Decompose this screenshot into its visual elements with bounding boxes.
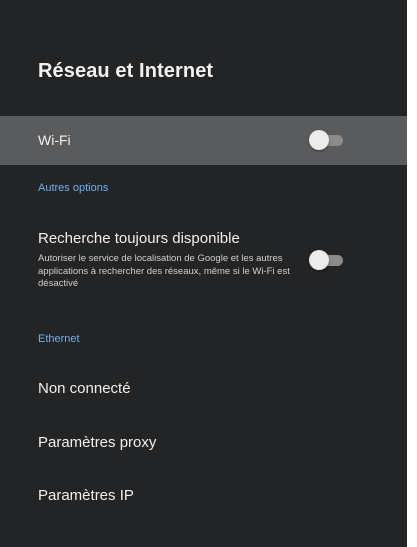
ethernet-status-label: Non connecté [38,380,131,397]
page-title: Réseau et Internet [38,60,214,82]
recherche-label: Recherche toujours disponible [38,230,240,247]
wifi-toggle[interactable] [309,130,345,150]
section-header-autres-options: Autres options [38,182,109,194]
recherche-description: Autoriser le service de localisation de … [38,253,290,289]
wifi-label: Wi-Fi [38,132,71,148]
settings-panel: Réseau et Internet Wi-Fi Autres options … [0,0,407,547]
proxy-settings-label: Paramètres proxy [38,434,157,451]
wifi-toggle-knob [309,130,329,150]
recherche-toujours-disponible-row[interactable]: Recherche toujours disponible Autoriser … [0,222,407,312]
recherche-toggle-knob [309,250,329,270]
ip-settings-label: Paramètres IP [38,487,134,504]
wifi-row[interactable]: Wi-Fi [0,116,407,165]
section-header-ethernet: Ethernet [38,333,80,345]
recherche-toggle[interactable] [309,250,345,270]
